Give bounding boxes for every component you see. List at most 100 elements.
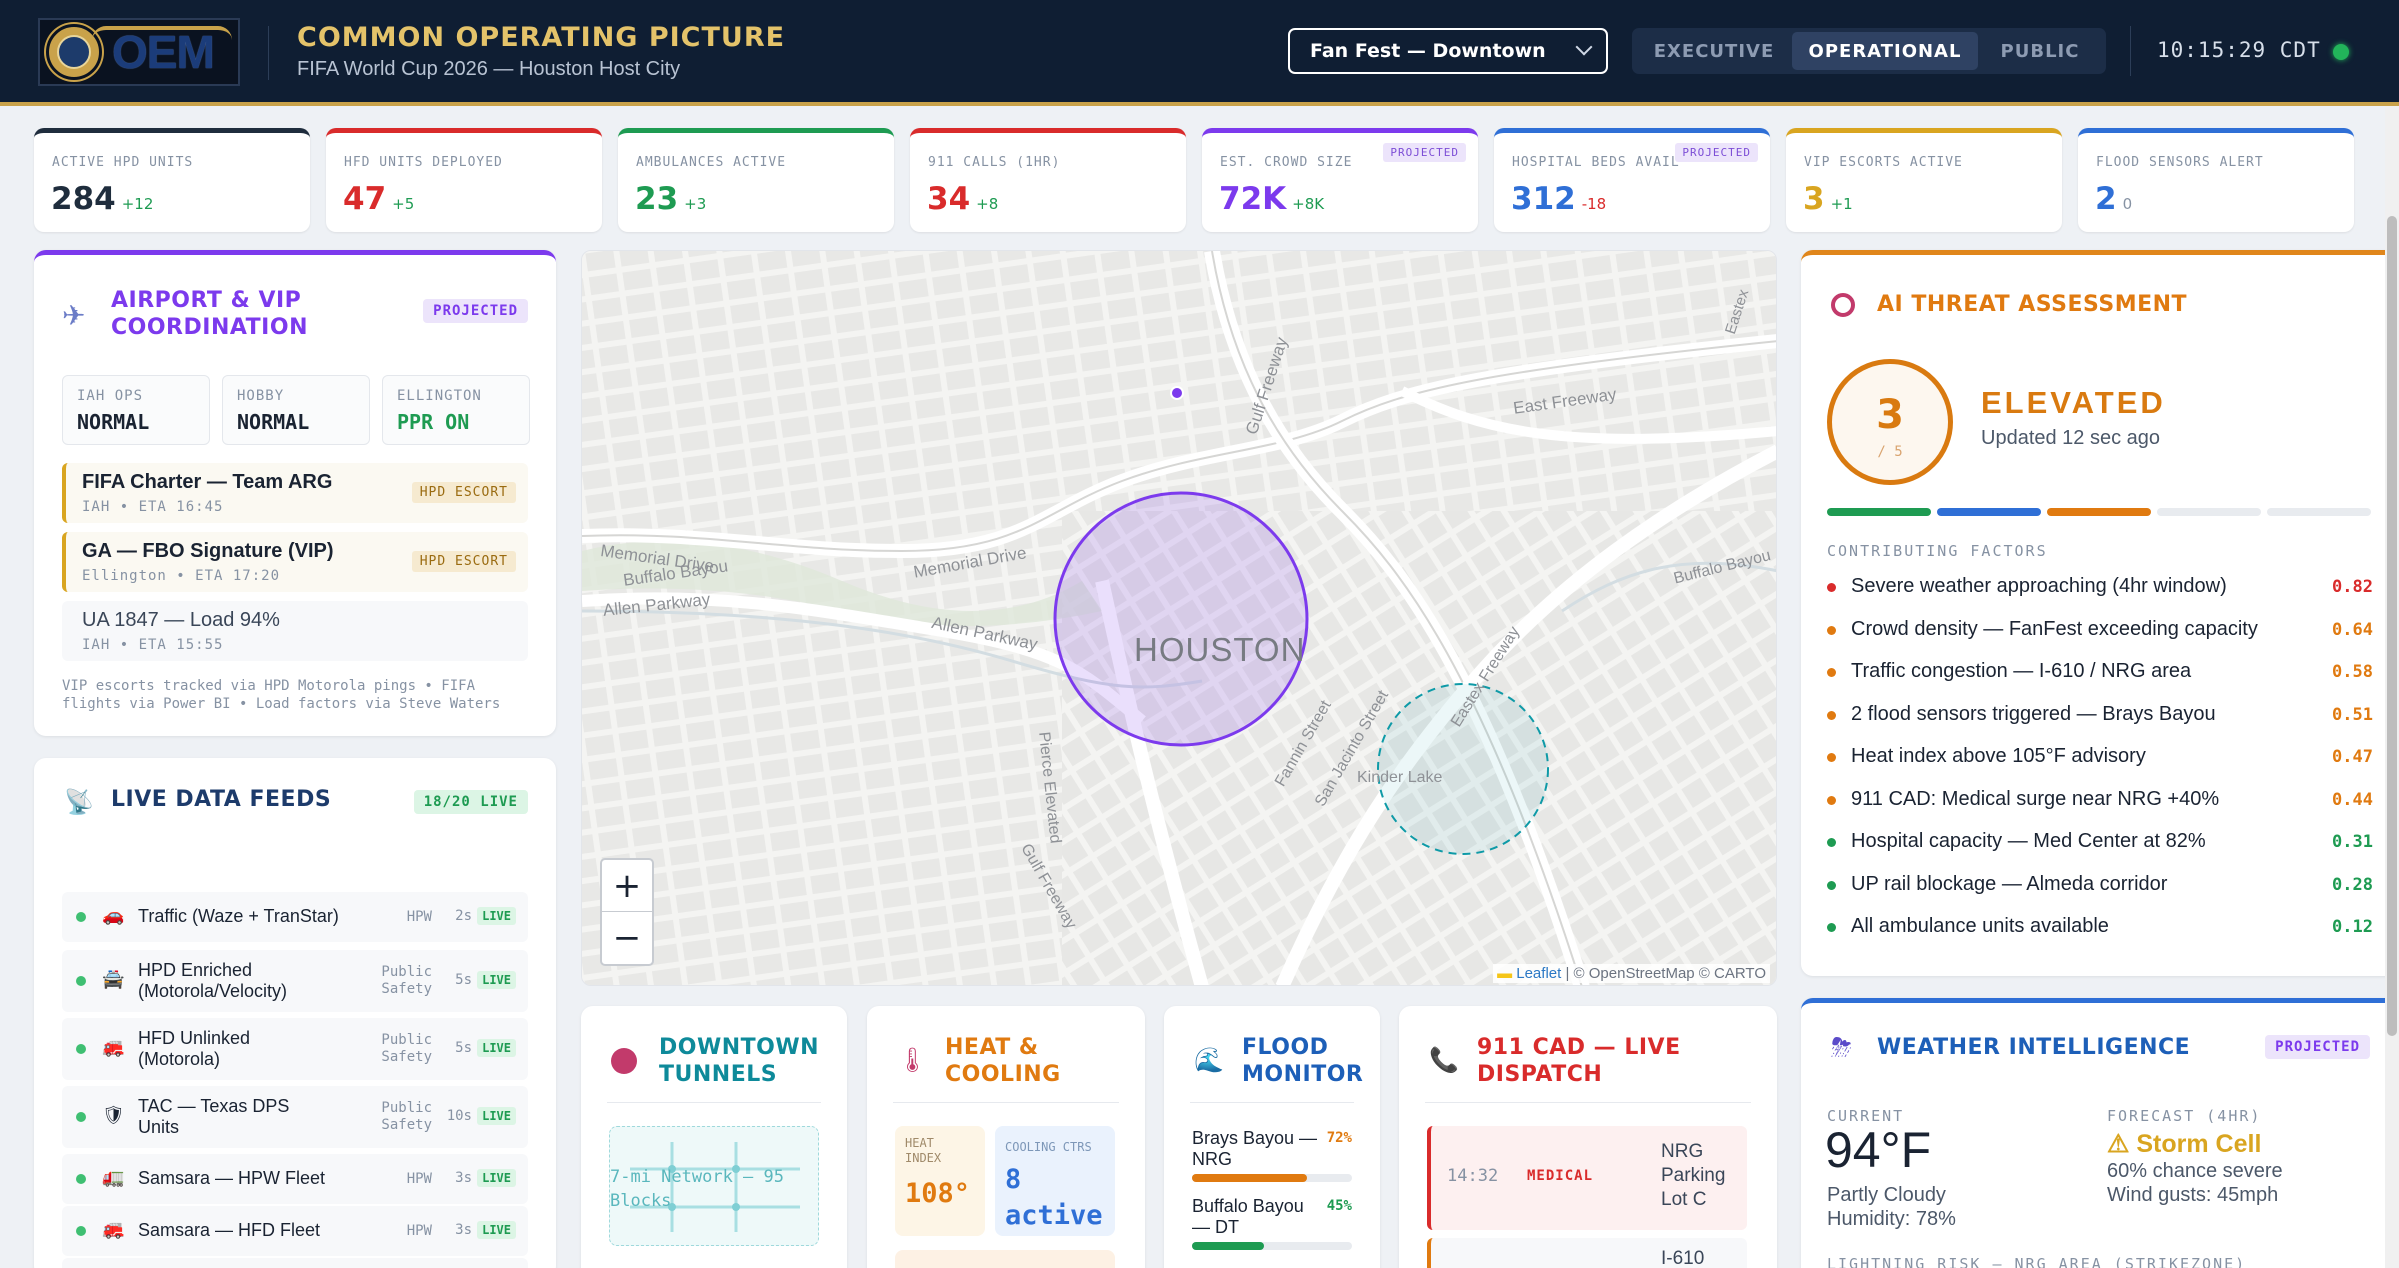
threat-level-segment xyxy=(2157,508,2261,516)
feed-row[interactable]: 🚛 Samsara — HPW Fleet HPW 3s LIVE xyxy=(62,1154,528,1204)
cooling-centers-box[interactable]: COOLING CTRS 8 active xyxy=(995,1126,1115,1236)
kpi-label: HOSPITAL BEDS AVAIL xyxy=(1512,155,1680,170)
threat-factor-row[interactable]: Crowd density — FanFest exceeding capaci… xyxy=(1827,616,2373,644)
feed-row[interactable]: 🔧Samsara — Public WorksHPW3sLIVE xyxy=(62,1258,528,1268)
page-scrollbar[interactable] xyxy=(2385,106,2399,1268)
kpi-delta: +1 xyxy=(1830,195,1853,213)
threat-score-gauge: 3 / 5 xyxy=(1827,359,1953,485)
kpi-card[interactable]: ACTIVE HPD UNITS 284 +12 xyxy=(34,128,310,232)
threat-factor-row[interactable]: Heat index above 105°F advisory 0.47 xyxy=(1827,743,2373,771)
threat-factor-row[interactable]: Hospital capacity — Med Center at 82% 0.3… xyxy=(1827,828,2373,856)
scrollbar-thumb[interactable] xyxy=(2387,216,2397,1036)
factor-severity-dot xyxy=(1827,583,1836,592)
gauge-track xyxy=(1192,1242,1352,1250)
weather-title: WEATHER INTELLIGENCE xyxy=(1877,1035,2191,1060)
app-subtitle: FIFA World Cup 2026 — Houston Host City xyxy=(297,58,681,80)
gauge-percent: 45% xyxy=(1326,1198,1352,1214)
threat-factor-row[interactable]: Severe weather approaching (4hr window) 0… xyxy=(1827,573,2373,601)
cad-call-row[interactable]: I-610 xyxy=(1427,1238,1747,1268)
factor-score: 0.82 xyxy=(2332,577,2373,597)
feed-row[interactable]: 🚒 Samsara — HFD Fleet HPW 3s LIVE xyxy=(62,1206,528,1256)
kpi-value: 23 +3 xyxy=(635,181,707,217)
threat-score: 3 xyxy=(1876,392,1904,438)
feeds-title: LIVE DATA FEEDS xyxy=(111,787,332,812)
feed-row[interactable]: 🚔 HPD Enriched (Motorola/Velocity) Public Sa… xyxy=(62,950,528,1012)
flight-row[interactable]: FIFA Charter — Team ARG IAH • ETA 16:45 HP… xyxy=(62,463,528,523)
airport-card-title: AIRPORT & VIP COORDINATION xyxy=(111,288,308,340)
kpi-label: HFD UNITS DEPLOYED xyxy=(344,155,503,170)
flood-gauge[interactable]: Buffalo Bayou — DT 45% xyxy=(1192,1196,1352,1256)
factor-severity-dot xyxy=(1827,753,1836,762)
kpi-card[interactable]: HOSPITAL BEDS AVAIL 312 -18 PROJECTED xyxy=(1494,128,1770,232)
threat-factor-row[interactable]: 2 flood sensors triggered — Brays Bayou 0… xyxy=(1827,701,2373,729)
cad-call-row[interactable]: 14:32 MEDICAL NRG Parking Lot C xyxy=(1427,1126,1747,1230)
feed-name: TAC — Texas DPS Units xyxy=(138,1096,290,1137)
view-tab-public[interactable]: PUBLIC xyxy=(1978,32,2102,70)
lightning-risk-label: LIGHTNING RISK — NRG AREA (STRIKEZONE) xyxy=(1827,1255,2247,1268)
flight-row[interactable]: GA — FBO Signature (VIP) Ellington • ETA … xyxy=(62,532,528,592)
tunnel-network-graphic[interactable]: 7-mi Network — 95 Blocks xyxy=(609,1126,819,1246)
heat-title: HEAT & COOLING xyxy=(945,1035,1061,1087)
kpi-delta: +5 xyxy=(392,195,415,213)
feed-name: Traffic (Waze + TranStar) xyxy=(138,906,339,926)
kpi-card[interactable]: HFD UNITS DEPLOYED 47 +5 xyxy=(326,128,602,232)
kpi-card[interactable]: EST. CROWD SIZE 72K +8K PROJECTED xyxy=(1202,128,1478,232)
factor-score: 0.44 xyxy=(2332,789,2373,810)
factor-text: 911 CAD: Medical surge near NRG +40% xyxy=(1851,787,2220,810)
airport-projected-badge: PROJECTED xyxy=(423,299,528,323)
app-title: COMMON OPERATING PICTURE xyxy=(297,22,786,53)
feed-status-dot xyxy=(76,1044,86,1054)
kpi-value: 34 +8 xyxy=(927,181,999,217)
kpi-label: EST. CROWD SIZE xyxy=(1220,155,1353,170)
kpi-value: 3 +1 xyxy=(1803,181,1853,217)
threat-factor-row[interactable]: All ambulance units available 0.12 xyxy=(1827,913,2373,941)
leaflet-link[interactable]: Leaflet xyxy=(1516,965,1561,982)
feed-source: Public Safety xyxy=(381,1100,432,1133)
view-tab-executive[interactable]: EXECUTIVE xyxy=(1636,32,1792,70)
wave-icon: 🌊 xyxy=(1194,1046,1224,1074)
kpi-delta: -18 xyxy=(1581,195,1607,213)
gauge-name: Brays Bayou — NRG xyxy=(1192,1128,1318,1169)
current-temp: 94°F xyxy=(1825,1122,1932,1178)
feed-type-icon: 🚛 xyxy=(102,1167,125,1188)
kpi-card[interactable]: AMBULANCES ACTIVE 23 +3 xyxy=(618,128,894,232)
heat-advisory-strip xyxy=(895,1250,1115,1268)
flight-row[interactable]: UA 1847 — Load 94% IAH • ETA 15:55 xyxy=(62,601,528,661)
ai-threat-card: AI THREAT ASSESSMENT 3 / 5 ELEVATED Upda… xyxy=(1801,250,2398,976)
current-conditions: Partly Cloudy Humidity: 78% xyxy=(1827,1184,1956,1230)
feed-row[interactable]: 🛡 TAC — Texas DPS Units Public Safety 10s LIVE xyxy=(62,1086,528,1148)
threat-title: AI THREAT ASSESSMENT xyxy=(1877,292,2188,317)
kpi-card[interactable]: VIP ESCORTS ACTIVE 3 +1 xyxy=(1786,128,2062,232)
feed-row[interactable]: 🚒 HFD Unlinked (Motorola) Public Safety 5s LIV… xyxy=(62,1018,528,1080)
kpi-card[interactable]: FLOOD SENSORS ALERT 2 0 xyxy=(2078,128,2354,232)
feed-type-icon: 🚔 xyxy=(102,969,125,990)
threat-level-segment xyxy=(1827,508,1931,516)
kpi-label: ACTIVE HPD UNITS xyxy=(52,155,194,170)
kpi-card[interactable]: 911 CALLS (1HR) 34 +8 xyxy=(910,128,1186,232)
feed-status-dot xyxy=(76,1112,86,1122)
zoom-in-button[interactable]: + xyxy=(602,860,652,912)
feed-type-icon: 🛡 xyxy=(102,1105,125,1126)
factor-score: 0.28 xyxy=(2332,874,2373,895)
operations-map[interactable]: East Freeway Gulf Freeway Memorial Drive Me… xyxy=(581,250,1777,986)
tunnel-icon xyxy=(611,1048,637,1074)
zoom-out-button[interactable]: − xyxy=(602,912,652,964)
view-tab-operational[interactable]: OPERATIONAL xyxy=(1792,32,1978,70)
storm-cloud-icon: ⛈ xyxy=(1831,1033,1852,1063)
kpi-delta: 0 xyxy=(2122,195,2133,213)
factor-score: 0.12 xyxy=(2332,917,2373,937)
feed-live-badge: LIVE xyxy=(477,1169,516,1187)
feed-name: Samsara — HPW Fleet xyxy=(138,1168,326,1188)
flood-gauge[interactable]: Brays Bayou — NRG 72% xyxy=(1192,1128,1352,1188)
feed-latency: 2s xyxy=(455,908,472,924)
venue-select[interactable]: Fan Fest — Downtown xyxy=(1288,28,1608,74)
threat-factor-row[interactable]: 911 CAD: Medical surge near NRG +40% 0.44 xyxy=(1827,786,2373,814)
threat-factor-row[interactable]: Traffic congestion — I-610 / NRG area 0.5… xyxy=(1827,658,2373,686)
cad-dispatch-card: 📞 911 CAD — LIVE DISPATCH 14:32 MEDICAL N… xyxy=(1399,1006,1777,1268)
escort-tag: HPD ESCORT xyxy=(411,551,516,572)
threat-updated: Updated 12 sec ago xyxy=(1981,427,2161,449)
kpi-value: 20 xyxy=(2095,181,2133,217)
threat-factor-row[interactable]: UP rail blockage — Almeda corridor 0.28 xyxy=(1827,871,2373,899)
feed-status-dot xyxy=(76,976,86,986)
feed-row[interactable]: 🚗 Traffic (Waze + TranStar) HPW 2s LIVE xyxy=(62,892,528,942)
